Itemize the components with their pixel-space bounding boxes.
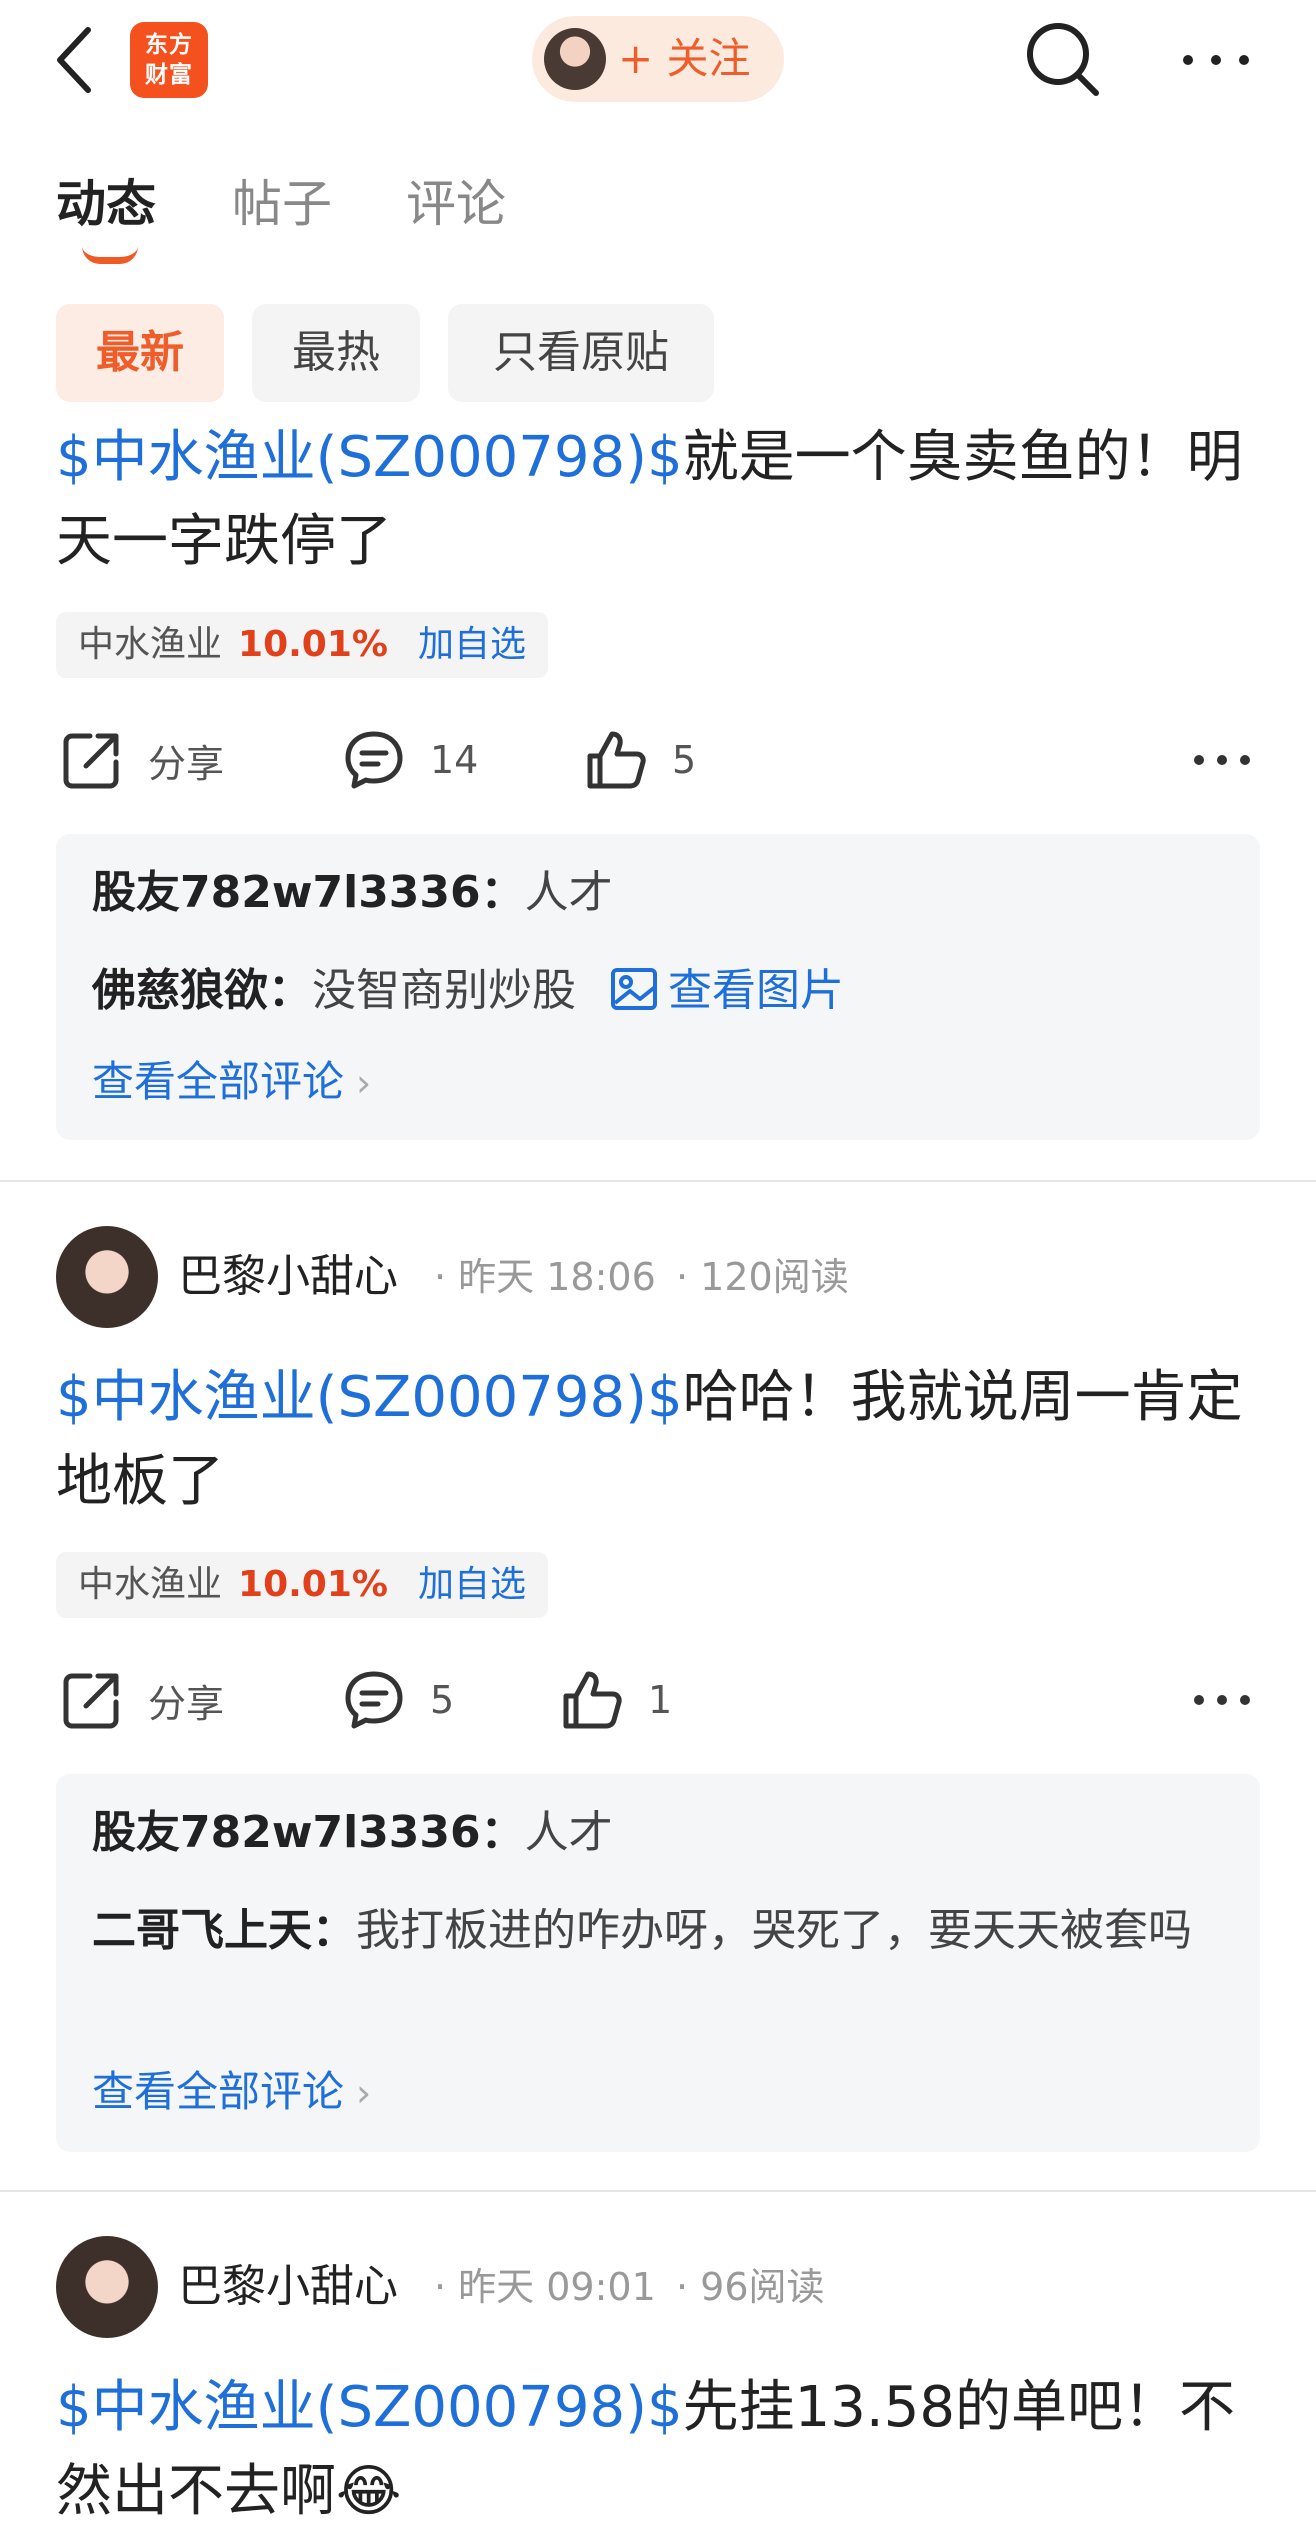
comment-user[interactable]: 股友782w7l3336： (92, 1807, 525, 1858)
share-button[interactable]: 分享 (60, 720, 224, 800)
like-button[interactable]: 1 (560, 1660, 672, 1740)
comment-user[interactable]: 佛慈狼欲： (92, 965, 312, 1016)
top-bar: 东方 财富 + 关注 (0, 0, 1316, 120)
post-content[interactable]: $中水渔业(SZ000798)$就是一个臭卖鱼的！明天一字跌停了 (56, 416, 1266, 584)
post-content[interactable]: $中水渔业(SZ000798)$哈哈！我就说周一肯定地板了 (56, 1356, 1266, 1524)
post-content[interactable]: $中水渔业(SZ000798)$先挂13.58的单吧！不然出不去啊😂 (56, 2366, 1266, 2534)
active-tab-indicator (82, 246, 138, 264)
comment-count: 14 (430, 738, 479, 782)
comment-icon (345, 731, 403, 789)
view-all-label: 查看全部评论 (92, 1057, 345, 1106)
comment-preview-box: 股友782w7l3336：人才 二哥飞上天：我打板进的咋办呀，哭死了，要天天被套… (56, 1774, 1260, 2152)
author-name[interactable]: 巴黎小甜心 (178, 2254, 398, 2320)
thumbs-up-icon (563, 1671, 622, 1729)
comment-icon (345, 1671, 403, 1729)
read-count: · 120阅读 (676, 1255, 849, 1299)
like-count: 1 (648, 1678, 673, 1722)
filter-original-only[interactable]: 只看原贴 (448, 304, 714, 402)
read-count: · 96阅读 (676, 2265, 825, 2309)
comment-button[interactable]: 14 (342, 720, 478, 800)
more-icon[interactable] (1180, 40, 1252, 80)
action-row: 分享 5 1 (0, 1660, 1316, 1740)
comment-item[interactable]: 股友782w7l3336：人才 (92, 860, 1232, 926)
view-all-label: 查看全部评论 (92, 2067, 345, 2116)
more-icon[interactable] (1192, 1682, 1252, 1718)
chevron-right-icon: › (356, 1061, 372, 1105)
stock-name: 中水渔业 (78, 1564, 223, 1605)
author-name[interactable]: 巴黎小甜心 (178, 1244, 398, 1310)
comment-user[interactable]: 股友782w7l3336： (92, 867, 525, 918)
share-label: 分享 (148, 741, 225, 786)
author-row: 巴黎小甜心 · 昨天 18:06 · 120阅读 (56, 1226, 1256, 1330)
share-icon (63, 1673, 119, 1729)
stock-link[interactable]: $中水渔业(SZ000798)$ (56, 425, 683, 490)
post-time: · 昨天 18:06 (434, 1255, 656, 1299)
image-icon (611, 968, 657, 1010)
logo-line1: 东方 (145, 32, 193, 58)
chevron-right-icon: › (356, 2071, 372, 2115)
comment-count: 5 (430, 1678, 455, 1722)
stock-tag[interactable]: 中水渔业 10.01% 加自选 (56, 612, 548, 678)
share-button[interactable]: 分享 (60, 1660, 224, 1740)
comment-user[interactable]: 二哥飞上天： (92, 1905, 356, 1956)
avatar (544, 28, 606, 90)
filter-hot[interactable]: 最热 (252, 304, 420, 402)
app-logo[interactable]: 东方 财富 (130, 22, 208, 98)
post-time: · 昨天 09:01 (434, 2265, 656, 2309)
tab-comments[interactable]: 评论 (406, 172, 506, 236)
view-all-comments-link[interactable]: 查看全部评论 › (92, 1052, 371, 1113)
share-icon (63, 733, 119, 789)
view-image-link[interactable]: 查看图片 (610, 965, 844, 1016)
add-watchlist-button[interactable]: 加自选 (418, 1564, 526, 1605)
action-row: 分享 14 5 (0, 720, 1316, 800)
tab-dynamics[interactable]: 动态 (56, 172, 156, 236)
like-count: 5 (672, 738, 697, 782)
comment-button[interactable]: 5 (342, 1660, 454, 1740)
like-button[interactable]: 5 (584, 720, 696, 800)
comment-text: 人才 (524, 867, 613, 918)
stock-change: 10.01% (238, 624, 388, 665)
view-all-comments-link[interactable]: 查看全部评论 › (92, 2062, 371, 2123)
stock-tag[interactable]: 中水渔业 10.01% 加自选 (56, 1552, 548, 1618)
avatar[interactable] (56, 2236, 158, 2338)
comment-text: 人才 (524, 1807, 613, 1858)
stock-change: 10.01% (238, 1564, 388, 1605)
view-image-label: 查看图片 (668, 965, 844, 1016)
comment-preview-box: 股友782w7l3336：人才 佛慈狼欲：没智商别炒股 查看图片 查看全部评论 › (56, 834, 1260, 1140)
comment-text: 我打板进的咋办呀，哭死了，要天天被套吗 (356, 1905, 1192, 1956)
comment-text: 没智商别炒股 (312, 965, 576, 1016)
back-icon[interactable] (52, 24, 96, 96)
thumbs-up-icon (587, 731, 646, 789)
divider (0, 1180, 1316, 1182)
add-watchlist-button[interactable]: 加自选 (418, 624, 526, 665)
stock-link[interactable]: $中水渔业(SZ000798)$ (56, 2375, 683, 2440)
search-icon[interactable] (1024, 20, 1102, 100)
follow-button[interactable]: + 关注 (532, 16, 784, 102)
comment-item[interactable]: 佛慈狼欲：没智商别炒股 查看图片 (92, 958, 1232, 1024)
comment-item[interactable]: 二哥飞上天：我打板进的咋办呀，哭死了，要天天被套吗 (92, 1898, 1232, 1964)
avatar[interactable] (56, 1226, 158, 1328)
logo-line2: 财富 (145, 62, 193, 88)
divider (0, 2190, 1316, 2192)
filter-latest[interactable]: 最新 (56, 304, 224, 402)
share-label: 分享 (148, 1681, 225, 1726)
author-row: 巴黎小甜心 · 昨天 09:01 · 96阅读 (56, 2236, 1256, 2340)
tab-posts[interactable]: 帖子 (232, 172, 332, 236)
stock-link[interactable]: $中水渔业(SZ000798)$ (56, 1365, 683, 1430)
comment-item[interactable]: 股友782w7l3336：人才 (92, 1800, 1232, 1866)
stock-name: 中水渔业 (78, 624, 223, 665)
follow-label: + 关注 (618, 34, 751, 83)
more-icon[interactable] (1192, 742, 1252, 778)
